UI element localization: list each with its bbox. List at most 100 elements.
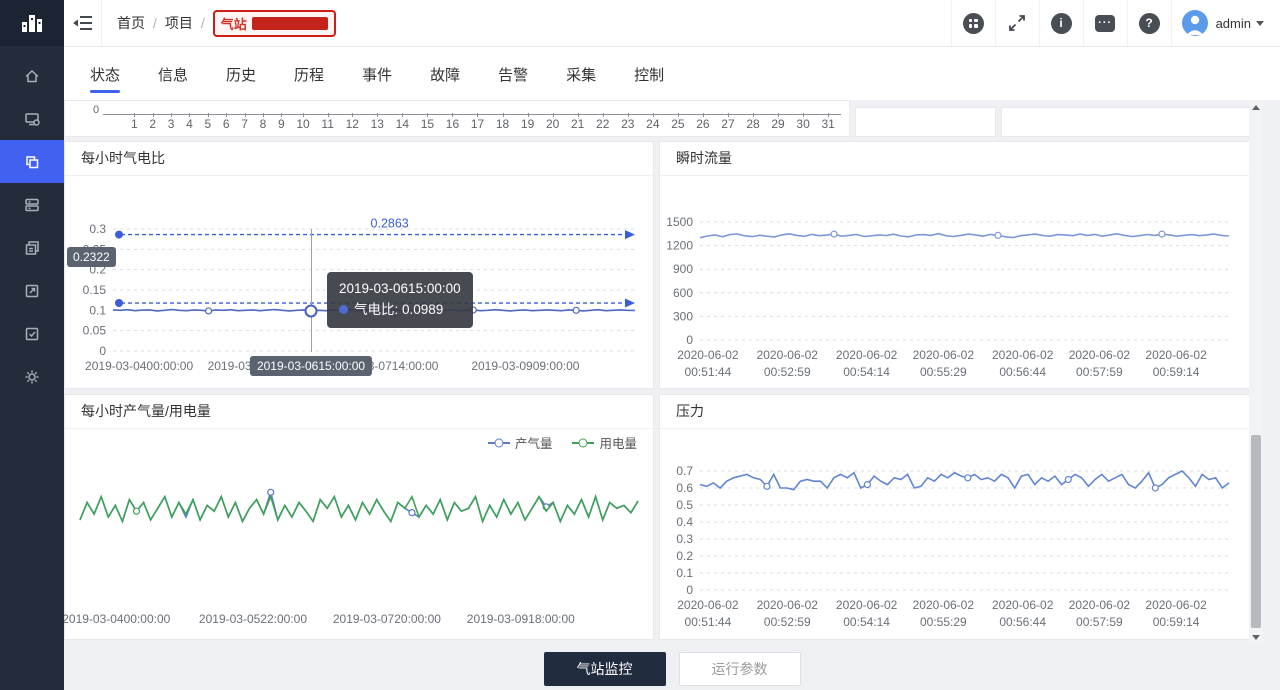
bottom-action-bar: 气站监控 运行参数 bbox=[64, 648, 1280, 690]
sidebar-item-monitor-config[interactable] bbox=[0, 97, 64, 140]
running-params-button[interactable]: 运行参数 bbox=[679, 652, 801, 686]
day-tick-label: 25 bbox=[671, 117, 684, 131]
hourly-gas-electricity-chart[interactable]: 2019-03-0400:00:002019-03-0522:00:002019… bbox=[65, 429, 653, 640]
tab-course[interactable]: 历程 bbox=[292, 47, 326, 100]
svg-text:0.1: 0.1 bbox=[676, 566, 693, 580]
x-axis-pointer-badge: 2019-03-0615:00:00 bbox=[250, 356, 372, 376]
server-icon bbox=[23, 196, 41, 214]
tab-status[interactable]: 状态 bbox=[88, 47, 122, 100]
help-icon: ? bbox=[1139, 13, 1160, 34]
day-tick-label: 4 bbox=[186, 117, 193, 131]
app-logo[interactable] bbox=[0, 0, 64, 46]
vertical-scrollbar[interactable] bbox=[1249, 100, 1263, 645]
sidebar-item-home[interactable] bbox=[0, 54, 64, 97]
crosshair-line bbox=[311, 229, 312, 352]
sidebar-item-projects[interactable] bbox=[0, 140, 64, 183]
breadcrumb-home[interactable]: 首页 bbox=[117, 13, 145, 33]
tab-collection[interactable]: 采集 bbox=[564, 47, 598, 100]
day-tick-label: 14 bbox=[396, 117, 409, 131]
day-tick-label: 5 bbox=[205, 117, 212, 131]
tab-control[interactable]: 控制 bbox=[632, 47, 666, 100]
apps-button[interactable] bbox=[951, 0, 995, 46]
hovered-data-point bbox=[305, 305, 318, 318]
menu-fold-button[interactable] bbox=[64, 0, 102, 46]
sidebar-item-export[interactable] bbox=[0, 269, 64, 312]
scroll-up-arrow-icon[interactable] bbox=[1252, 105, 1260, 110]
gas-electric-ratio-chart[interactable]: 00.050.10.150.20.250.30.2863 0.2322 2019… bbox=[65, 176, 653, 389]
sidebar-item-tasks[interactable] bbox=[0, 312, 64, 355]
chart-title: 每小时气电比 bbox=[65, 142, 653, 176]
panel-pressure: 压力 00.10.20.30.40.50.60.72020-06-02 00:5… bbox=[659, 394, 1250, 640]
user-menu[interactable]: admin bbox=[1171, 0, 1280, 46]
x-axis-label: 2020-06-02 00:57:59 bbox=[1069, 597, 1130, 632]
info-button[interactable]: i bbox=[1039, 0, 1083, 46]
message-button[interactable]: ··· bbox=[1083, 0, 1127, 46]
svg-text:900: 900 bbox=[673, 262, 693, 276]
tab-events[interactable]: 事件 bbox=[360, 47, 394, 100]
legend-item[interactable]: 产气量 bbox=[488, 433, 553, 452]
y-axis-label: 0 bbox=[93, 104, 99, 116]
help-button[interactable]: ? bbox=[1127, 0, 1171, 46]
x-axis-label: 2020-06-02 00:51:44 bbox=[677, 597, 738, 632]
person-icon bbox=[1182, 10, 1208, 36]
day-tick-label: 10 bbox=[296, 117, 309, 131]
chart-title: 每小时产气量/用电量 bbox=[65, 395, 653, 429]
panel-instant-flow: 瞬时流量 0300600900120015002020-06-02 00:51:… bbox=[659, 141, 1250, 389]
svg-text:0.2: 0.2 bbox=[676, 549, 693, 563]
scrollbar-thumb[interactable] bbox=[1251, 435, 1261, 628]
tab-history[interactable]: 历史 bbox=[224, 47, 258, 100]
x-axis-label: 2020-06-02 00:55:29 bbox=[913, 347, 974, 382]
scroll-area: 0 12345678910111213141516171819202122232… bbox=[64, 100, 1280, 648]
day-tick-label: 27 bbox=[721, 117, 734, 131]
cropped-chart-panel: 0 12345678910111213141516171819202122232… bbox=[64, 100, 850, 137]
gear-icon bbox=[23, 368, 41, 386]
day-tick-label: 9 bbox=[278, 117, 285, 131]
svg-text:0.3: 0.3 bbox=[676, 532, 693, 546]
tab-alarms[interactable]: 告警 bbox=[496, 47, 530, 100]
svg-text:0.15: 0.15 bbox=[83, 283, 107, 297]
day-tick-label: 6 bbox=[223, 117, 230, 131]
sidebar-item-devices[interactable] bbox=[0, 183, 64, 226]
day-axis-ticks: 1234567891011121314151617181920212223242… bbox=[131, 117, 835, 131]
x-axis-label: 2020-06-02 00:56:44 bbox=[992, 347, 1053, 382]
sidebar-item-reports[interactable] bbox=[0, 226, 64, 269]
legend-item[interactable]: 用电量 bbox=[572, 433, 637, 452]
instant-flow-chart[interactable]: 0300600900120015002020-06-02 00:51:44202… bbox=[660, 176, 1249, 389]
svg-text:0.4: 0.4 bbox=[676, 515, 693, 529]
legend-label: 用电量 bbox=[599, 433, 637, 452]
day-tick-label: 12 bbox=[346, 117, 359, 131]
station-badge[interactable]: 气站 bbox=[213, 10, 336, 37]
tab-faults[interactable]: 故障 bbox=[428, 47, 462, 100]
svg-text:0.2863: 0.2863 bbox=[371, 217, 409, 231]
x-axis-label: 2019-03-0400:00:00 bbox=[85, 358, 193, 375]
day-tick-label: 11 bbox=[321, 117, 333, 131]
svg-text:0.6: 0.6 bbox=[676, 481, 693, 495]
x-axis-label: 2020-06-02 00:55:29 bbox=[913, 597, 974, 632]
day-tick-label: 18 bbox=[496, 117, 509, 131]
main-content: 状态 信息 历史 历程 事件 故障 告警 采集 控制 0 12345678910… bbox=[64, 46, 1280, 690]
day-tick-label: 22 bbox=[596, 117, 609, 131]
station-monitor-button[interactable]: 气站监控 bbox=[544, 652, 666, 686]
fullscreen-button[interactable] bbox=[995, 0, 1039, 46]
day-tick-label: 21 bbox=[571, 117, 584, 131]
svg-text:600: 600 bbox=[673, 286, 693, 300]
breadcrumb-project[interactable]: 项目 bbox=[165, 13, 193, 33]
tab-info[interactable]: 信息 bbox=[156, 47, 190, 100]
panel-gas-electric-ratio: 每小时气电比 00.050.10.150.20.250.30.2863 0.23… bbox=[64, 141, 654, 389]
top-header: 首页 / 项目 / 气站 i ··· ? admi bbox=[64, 0, 1280, 47]
scroll-down-arrow-icon[interactable] bbox=[1252, 635, 1260, 640]
tooltip-title: 2019-03-0615:00:00 bbox=[339, 279, 461, 300]
panel-hourly-gas-electricity: 每小时产气量/用电量 2019-03-0400:00:002019-03-052… bbox=[64, 394, 654, 640]
day-tick-label: 31 bbox=[821, 117, 834, 131]
home-icon bbox=[23, 67, 41, 85]
x-axis-label: 2020-06-02 00:59:14 bbox=[1145, 597, 1206, 632]
pressure-chart[interactable]: 00.10.20.30.40.50.60.72020-06-02 00:51:4… bbox=[660, 429, 1249, 640]
station-badge-label: 气站 bbox=[221, 14, 247, 33]
day-tick-label: 17 bbox=[471, 117, 484, 131]
x-axis-label: 2020-06-02 00:54:14 bbox=[836, 597, 897, 632]
day-tick-label: 28 bbox=[746, 117, 759, 131]
chevron-down-icon bbox=[1256, 21, 1264, 26]
day-tick-label: 2 bbox=[149, 117, 156, 131]
legend-label: 产气量 bbox=[515, 433, 553, 452]
sidebar-item-settings[interactable] bbox=[0, 355, 64, 398]
